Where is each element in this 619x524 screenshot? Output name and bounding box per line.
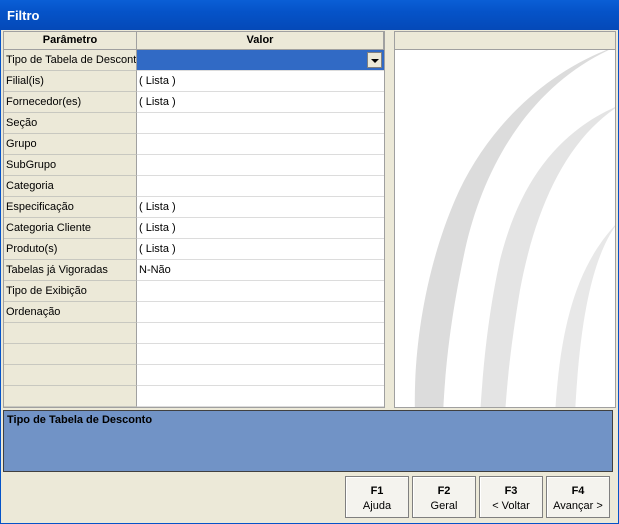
param-cell: Filial(is) (4, 71, 137, 92)
next-button[interactable]: F4 Avançar > (546, 476, 610, 518)
param-cell: Tipo de Tabela de Desconto (4, 50, 137, 71)
param-cell-empty (4, 323, 137, 344)
help-button[interactable]: F1 Ajuda (345, 476, 409, 518)
value-cell[interactable]: N-Não (137, 260, 384, 281)
button-key: F2 (437, 485, 451, 497)
value-cell-empty (137, 386, 384, 407)
value-dropdown[interactable] (137, 50, 384, 71)
param-cell: Categoria (4, 176, 137, 197)
value-cell[interactable]: ( Lista ) (137, 71, 384, 92)
preview-header (395, 32, 615, 50)
button-key: F3 (504, 485, 518, 497)
value-cell[interactable] (137, 176, 384, 197)
grid-row[interactable]: Fornecedor(es) ( Lista ) (4, 92, 384, 113)
grid-row[interactable]: Categoria (4, 176, 384, 197)
value-cell[interactable]: ( Lista ) (137, 239, 384, 260)
param-cell: SubGrupo (4, 155, 137, 176)
param-cell: Tabelas já Vigoradas (4, 260, 137, 281)
grid-row-empty (4, 365, 384, 386)
preview-panel (394, 31, 616, 408)
grid-row[interactable]: Tipo de Exibição (4, 281, 384, 302)
param-cell: Tipo de Exibição (4, 281, 137, 302)
button-key: F4 (571, 485, 585, 497)
value-cell-empty (137, 365, 384, 386)
watermark-swoosh-graphic (414, 50, 615, 407)
button-label: Geral (430, 500, 458, 512)
value-cell[interactable] (137, 113, 384, 134)
grid-row[interactable]: Seção (4, 113, 384, 134)
param-cell-empty (4, 386, 137, 407)
param-cell: Ordenação (4, 302, 137, 323)
grid-row[interactable]: SubGrupo (4, 155, 384, 176)
button-label: Ajuda (362, 500, 392, 512)
grid-row[interactable]: Tabelas já Vigoradas N-Não (4, 260, 384, 281)
value-cell[interactable]: ( Lista ) (137, 92, 384, 113)
value-cell-empty (137, 323, 384, 344)
grid-row-empty (4, 344, 384, 365)
grid-row[interactable]: Produto(s) ( Lista ) (4, 239, 384, 260)
general-button[interactable]: F2 Geral (412, 476, 476, 518)
grid-row[interactable]: Ordenação (4, 302, 384, 323)
value-cell[interactable] (137, 281, 384, 302)
value-cell[interactable] (137, 302, 384, 323)
param-cell-empty (4, 344, 137, 365)
column-header-value[interactable]: Valor (137, 32, 384, 50)
grid-row[interactable]: Grupo (4, 134, 384, 155)
value-cell[interactable]: ( Lista ) (137, 218, 384, 239)
grid-row-empty (4, 386, 384, 407)
button-label: Avançar > (553, 500, 603, 512)
param-cell-empty (4, 365, 137, 386)
value-cell-empty (137, 344, 384, 365)
value-cell[interactable]: ( Lista ) (137, 197, 384, 218)
column-header-parameter[interactable]: Parâmetro (4, 32, 137, 50)
grid-row[interactable]: Categoria Cliente ( Lista ) (4, 218, 384, 239)
grid-row[interactable]: Especificação ( Lista ) (4, 197, 384, 218)
param-cell: Fornecedor(es) (4, 92, 137, 113)
description-panel: Tipo de Tabela de Desconto (3, 410, 613, 472)
parameter-grid: Parâmetro Valor Tipo de Tabela de Descon… (3, 31, 385, 408)
grid-row[interactable]: Filial(is) ( Lista ) (4, 71, 384, 92)
param-cell: Categoria Cliente (4, 218, 137, 239)
value-cell[interactable] (137, 155, 384, 176)
value-cell[interactable] (137, 134, 384, 155)
dropdown-arrow-icon[interactable] (367, 52, 382, 68)
param-cell: Produto(s) (4, 239, 137, 260)
title-bar: Filtro (0, 0, 619, 30)
param-cell: Grupo (4, 134, 137, 155)
description-text: Tipo de Tabela de Desconto (7, 414, 153, 426)
button-label: < Voltar (492, 500, 530, 512)
back-button[interactable]: F3 < Voltar (479, 476, 543, 518)
param-cell: Seção (4, 113, 137, 134)
param-cell: Especificação (4, 197, 137, 218)
window-title: Filtro (7, 8, 40, 23)
button-key: F1 (370, 485, 384, 497)
grid-row[interactable]: Tipo de Tabela de Desconto (4, 50, 384, 71)
grid-row-empty (4, 323, 384, 344)
